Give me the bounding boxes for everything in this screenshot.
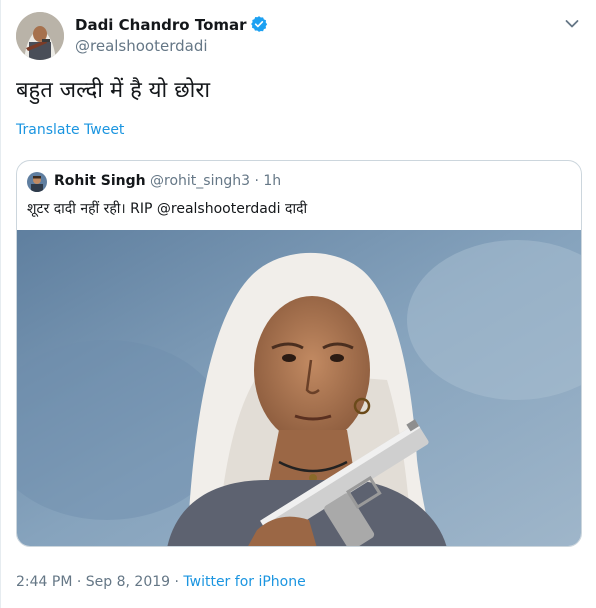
quoted-photo[interactable]	[17, 230, 581, 546]
quoted-header: Rohit Singh @rohit_singh3 · 1h	[54, 173, 281, 189]
tweet-footer: 2:44 PM · Sep 8, 2019 · Twitter for iPho…	[16, 574, 306, 590]
quoted-time[interactable]: 1h	[263, 173, 281, 189]
tweet-timestamp[interactable]: 2:44 PM · Sep 8, 2019 ·	[16, 574, 179, 590]
tweet-card: Dadi Chandro Tomar @realshooterdadi बहुत…	[0, 0, 596, 608]
divider	[0, 0, 1, 608]
quoted-author-name[interactable]: Rohit Singh	[54, 173, 146, 189]
translate-tweet-link[interactable]: Translate Tweet	[16, 122, 124, 138]
author-handle[interactable]: @realshooterdadi	[75, 37, 208, 55]
quoted-author-avatar[interactable]	[27, 172, 47, 192]
quoted-text: शूटर दादी नहीं रही। RIP @realshooterdadi…	[27, 201, 308, 217]
tweet-text: बहुत जल्दी में है यो छोरा	[16, 78, 211, 103]
author-name[interactable]: Dadi Chandro Tomar	[75, 15, 268, 34]
author-name-text[interactable]: Dadi Chandro Tomar	[75, 16, 247, 34]
author-avatar[interactable]	[16, 12, 64, 60]
quoted-tweet[interactable]: Rohit Singh @rohit_singh3 · 1h शूटर दादी…	[16, 160, 582, 547]
quoted-author-handle[interactable]: @rohit_singh3	[150, 173, 250, 189]
chevron-down-icon[interactable]	[562, 14, 582, 34]
separator: ·	[254, 173, 259, 189]
verified-badge-icon	[250, 16, 267, 32]
tweet-source-link[interactable]: Twitter for iPhone	[183, 574, 305, 590]
